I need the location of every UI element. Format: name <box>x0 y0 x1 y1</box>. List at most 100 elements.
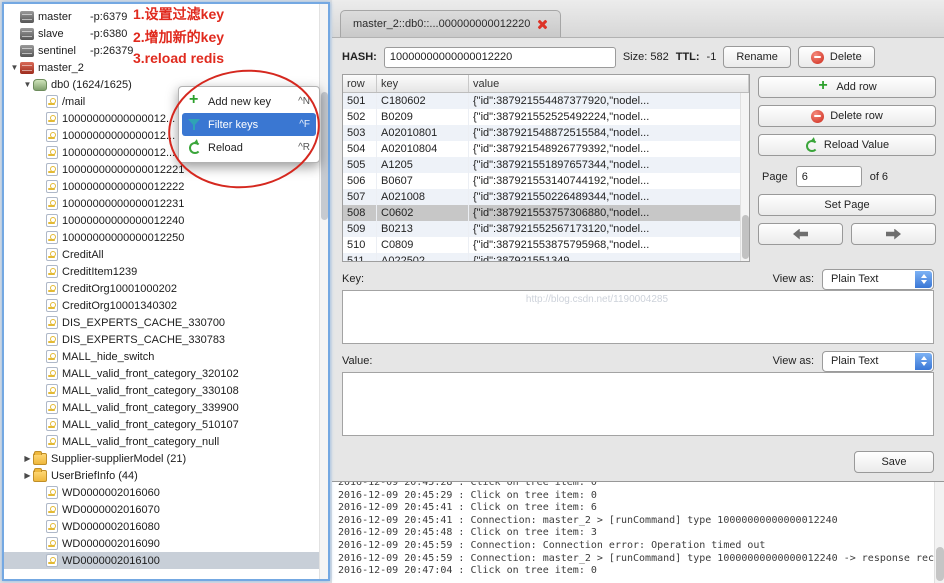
tree-item[interactable]: WD0000002016100 <box>4 552 328 569</box>
table-row[interactable]: 505 A1205 {"id":387921551897657344,"node… <box>343 157 749 173</box>
cell-field-value: {"id":387921553140744192,"nodel... <box>469 173 749 189</box>
cell-field-value: {"id":387921552567173120,"nodel... <box>469 221 749 237</box>
tree-item[interactable]: WD0000002016080 <box>4 518 328 535</box>
menu-item-label: Reload <box>208 142 243 154</box>
tree-item-icon <box>20 28 34 40</box>
tab-close-icon[interactable] <box>537 19 548 30</box>
tree-expand-arrow[interactable]: ▶ <box>22 454 33 463</box>
tree-item-icon <box>33 453 47 465</box>
tree-item-icon <box>46 112 58 125</box>
tree-item[interactable]: DIS_EXPERTS_CACHE_330700 <box>4 314 328 331</box>
tree-item[interactable]: MALL_valid_front_category_null <box>4 433 328 450</box>
column-header-key[interactable]: key <box>377 75 469 92</box>
context-menu-item[interactable]: Filter keys ^F <box>182 113 316 136</box>
tab-bar: master_2::db0::...000000000012220 <box>332 0 944 38</box>
tree-item[interactable]: MALL_valid_front_category_510107 <box>4 416 328 433</box>
tree-item[interactable]: WD0000002016070 <box>4 501 328 518</box>
column-header-value[interactable]: value <box>469 75 749 92</box>
tree-item-icon <box>46 214 58 227</box>
tree-item[interactable]: MALL_valid_front_category_320102 <box>4 365 328 382</box>
tree-scrollbar-thumb[interactable] <box>321 92 328 220</box>
cell-field-key: A1205 <box>377 157 469 173</box>
table-row[interactable]: 508 C0602 {"id":387921553757306880,"node… <box>343 205 749 221</box>
value-view-mode-select[interactable]: Plain Text <box>822 351 934 372</box>
hash-key-input[interactable] <box>384 47 616 68</box>
tree-item[interactable]: MALL_valid_front_category_330108 <box>4 382 328 399</box>
tree-item[interactable]: CreditOrg10001340302 <box>4 297 328 314</box>
table-row[interactable]: 510 C0809 {"id":387921553875795968,"node… <box>343 237 749 253</box>
table-row[interactable]: 501 C180602 {"id":387921554487377920,"no… <box>343 93 749 109</box>
tree-item[interactable]: 10000000000000012221 <box>4 161 328 178</box>
next-page-button[interactable] <box>851 223 936 245</box>
table-row[interactable]: 502 B0209 {"id":387921552525492224,"node… <box>343 109 749 125</box>
tree-expand-arrow[interactable]: ▼ <box>22 80 33 89</box>
column-header-row[interactable]: row <box>343 75 377 92</box>
tree-item[interactable]: WD0000002016060 <box>4 484 328 501</box>
cell-field-key: A02010801 <box>377 125 469 141</box>
tree-item[interactable]: ▶ UserBriefInfo (44) <box>4 467 328 484</box>
table-row[interactable]: 507 A021008 {"id":387921550226489344,"no… <box>343 189 749 205</box>
right-arrow-icon <box>886 229 901 240</box>
tree-item[interactable]: CreditItem1239 <box>4 263 328 280</box>
tree-item[interactable]: ▶ Supplier-supplierModel (21) <box>4 450 328 467</box>
cell-row-number: 506 <box>343 173 377 189</box>
value-editor-textarea[interactable] <box>343 373 933 435</box>
tree-expand-arrow[interactable]: ▶ <box>22 471 33 480</box>
tree-item-icon <box>46 435 58 448</box>
tree-item-icon <box>46 333 58 346</box>
tree-expand-arrow[interactable]: ▼ <box>9 63 20 72</box>
key-editor-textarea[interactable] <box>343 291 933 343</box>
tree-item-port: -p:26379 <box>90 45 133 57</box>
table-row[interactable]: 509 B0213 {"id":387921552567173120,"node… <box>343 221 749 237</box>
cell-field-key: A021008 <box>377 189 469 205</box>
tree-item[interactable]: 10000000000000012250 <box>4 229 328 246</box>
tree-item[interactable]: CreditAll <box>4 246 328 263</box>
log-line: 2016-12-09 20:45:41 : Click on tree item… <box>338 502 932 515</box>
tree-item-label: WD0000002016060 <box>62 487 160 499</box>
cell-field-key: B0209 <box>377 109 469 125</box>
tree-scrollbar[interactable] <box>319 4 328 579</box>
delete-row-button[interactable]: Delete row <box>758 105 936 127</box>
hash-size-label: Size: 582 <box>623 51 669 63</box>
table-header[interactable]: row key value <box>343 75 749 93</box>
context-menu-item[interactable]: Add new key ^N <box>182 90 316 113</box>
tab-key[interactable]: master_2::db0::...000000000012220 <box>340 10 561 37</box>
rename-button[interactable]: Rename <box>723 46 791 68</box>
delete-button[interactable]: Delete <box>798 46 875 68</box>
table-scrollbar-thumb[interactable] <box>742 215 749 259</box>
context-menu-item[interactable]: Reload ^R <box>182 136 316 159</box>
table-scrollbar[interactable] <box>740 93 749 261</box>
delete-button-label: Delete <box>830 51 862 63</box>
prev-page-button[interactable] <box>758 223 843 245</box>
page-input[interactable] <box>796 166 862 187</box>
tree-item[interactable]: 10000000000000012222 <box>4 178 328 195</box>
table-row[interactable]: 506 B0607 {"id":387921553140744192,"node… <box>343 173 749 189</box>
hash-type-label: HASH: <box>342 51 377 63</box>
add-row-button[interactable]: Add row <box>758 76 936 98</box>
table-row[interactable]: 511 A022502 {"id":387921551349... <box>343 253 749 261</box>
table-row[interactable]: 504 A02010804 {"id":387921548926779392,"… <box>343 141 749 157</box>
reload-value-button[interactable]: Reload Value <box>758 134 936 156</box>
save-button[interactable]: Save <box>854 451 934 473</box>
set-page-button[interactable]: Set Page <box>758 194 936 216</box>
tree-item[interactable]: CreditOrg10001000202 <box>4 280 328 297</box>
cell-field-key: A02010804 <box>377 141 469 157</box>
log-scrollbar-thumb[interactable] <box>936 547 944 581</box>
tree-item-label: master_2 <box>38 62 84 74</box>
tree-item[interactable]: 10000000000000012231 <box>4 195 328 212</box>
tree-item[interactable]: MALL_valid_front_category_339900 <box>4 399 328 416</box>
key-view-mode-select[interactable]: Plain Text <box>822 269 934 290</box>
tree-item[interactable]: MALL_hide_switch <box>4 348 328 365</box>
cell-row-number: 505 <box>343 157 377 173</box>
tree-item-label: CreditItem1239 <box>62 266 137 278</box>
table-row[interactable]: 503 A02010801 {"id":387921548872515584,"… <box>343 125 749 141</box>
page-row: Page of 6 <box>758 163 936 187</box>
tree-item[interactable]: WD0000002016090 <box>4 535 328 552</box>
log-scrollbar[interactable] <box>934 482 944 583</box>
tree-item[interactable]: DIS_EXPERTS_CACHE_330783 <box>4 331 328 348</box>
tree-item-icon <box>46 180 58 193</box>
reload-value-label: Reload Value <box>824 139 889 151</box>
tree-item[interactable]: 10000000000000012240 <box>4 212 328 229</box>
tree-item-label: slave <box>38 28 84 40</box>
tree-item-icon <box>33 79 47 91</box>
